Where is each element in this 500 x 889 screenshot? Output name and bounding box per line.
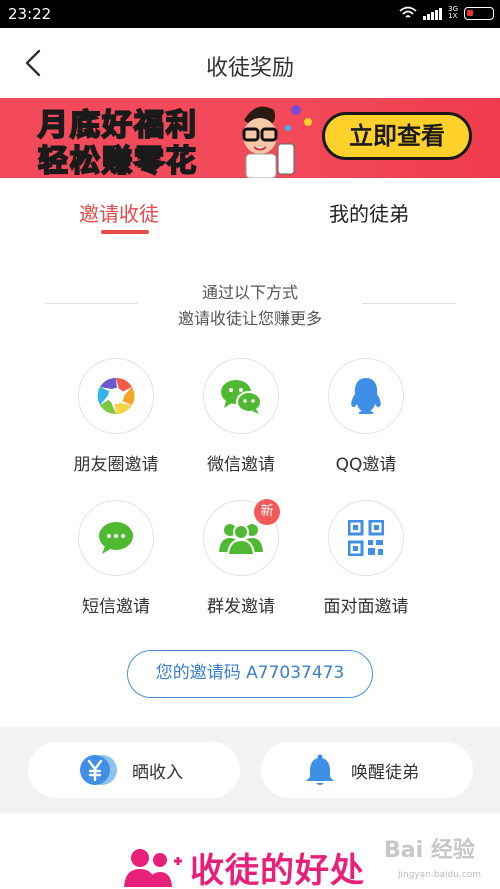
tab-invite-apprentice[interactable]: 邀请收徒 [79, 198, 159, 227]
moments-aperture-icon [97, 377, 135, 415]
intro-line-2: 邀请收徒让您赚更多 [177, 309, 322, 328]
share-group-label: 群发邀请 [207, 597, 275, 617]
share-qq-button[interactable]: QQ邀请 [306, 358, 426, 475]
tab-bar: 邀请收徒 我的徒弟 [0, 178, 500, 242]
action-strip: 晒收入 唤醒徒弟 [0, 727, 500, 813]
yen-coin-icon [80, 755, 117, 785]
wake-apprentice-button[interactable]: 唤醒徒弟 [261, 742, 473, 798]
page-title: 收徒奖励 [205, 56, 294, 81]
banner-view-button[interactable]: 立即查看 [322, 112, 472, 160]
promo-banner[interactable]: 月底好福利 轻松赚零花 立即查看 [0, 98, 500, 178]
people-icon [124, 849, 182, 887]
signal-icon [423, 6, 443, 20]
qq-penguin-icon [351, 378, 381, 414]
benefits-title: 收徒的好处 [190, 851, 365, 889]
share-face-to-face-circle [328, 500, 404, 576]
status-bar: 23:22 3G 1X [0, 0, 500, 28]
status-time: 23:22 [8, 5, 52, 23]
bell-icon [306, 754, 334, 785]
baidu-watermark: Bai 经验 [384, 838, 475, 863]
header: 收徒奖励 [0, 28, 500, 98]
tab-my-apprentices[interactable]: 我的徒弟 [329, 198, 409, 227]
battery-icon [464, 6, 494, 20]
wifi-icon [399, 6, 417, 18]
wake-apprentice-label: 唤醒徒弟 [351, 762, 419, 783]
invite-code-button[interactable]: 您的邀请码 A77037473 [127, 650, 373, 698]
active-tab-indicator [101, 230, 149, 234]
share-sms-label: 短信邀请 [82, 597, 150, 617]
share-wechat-label: 微信邀请 [207, 455, 275, 475]
share-qq-label: QQ邀请 [335, 455, 397, 475]
new-badge: 新 [254, 499, 280, 525]
banner-line-2: 轻松赚零花 [37, 143, 198, 178]
share-qq-circle [328, 358, 404, 434]
show-income-label: 晒收入 [132, 762, 183, 783]
show-income-button[interactable]: 晒收入 [28, 742, 240, 798]
network-label: 3G 1X [448, 5, 458, 20]
share-moments-button[interactable]: 朋友圈邀请 [56, 358, 176, 475]
sms-bubble-icon [99, 522, 133, 554]
share-wechat-button[interactable]: 微信邀请 [181, 358, 301, 475]
baidu-watermark-url: jingyan.baidu.com [398, 870, 482, 880]
share-sms-button[interactable]: 短信邀请 [56, 500, 176, 617]
share-moments-label: 朋友圈邀请 [73, 455, 159, 475]
status-icons: 3G 1X [399, 6, 494, 20]
share-face-to-face-button[interactable]: 面对面邀请 [306, 500, 426, 617]
intro-text: 通过以下方式 邀请收徒让您赚更多 [0, 280, 500, 332]
share-moments-circle [78, 358, 154, 434]
share-face-to-face-label: 面对面邀请 [323, 597, 409, 617]
wechat-icon [221, 380, 262, 414]
mascot-illustration [242, 105, 312, 178]
qr-code-icon [348, 520, 384, 556]
share-group-circle: 新 [203, 499, 280, 576]
group-users-icon [219, 524, 263, 556]
share-group-button[interactable]: 新 群发邀请 [181, 499, 301, 617]
intro-line-1: 通过以下方式 [201, 283, 298, 302]
share-sms-circle [78, 500, 154, 576]
share-wechat-circle [203, 358, 279, 434]
